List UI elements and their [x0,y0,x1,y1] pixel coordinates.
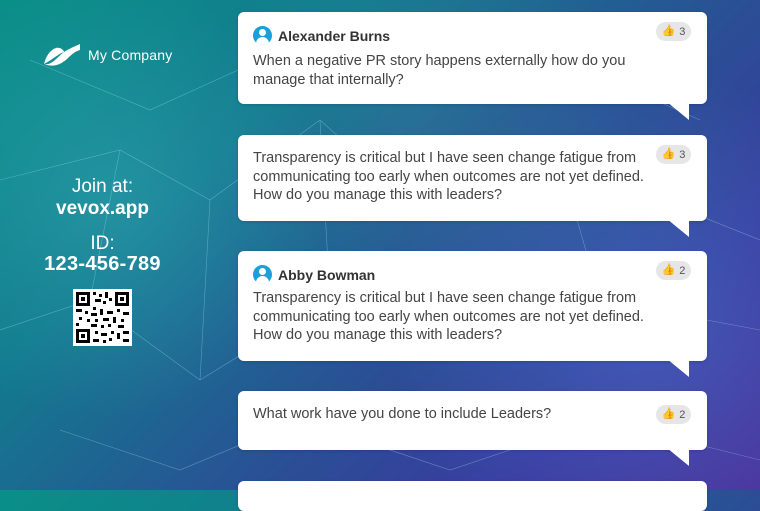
question-card[interactable]: Alexander Burns When a negative PR story… [238,12,707,120]
thumbs-up-icon: 👍 [661,408,676,420]
question-text: Transparency is critical but I have seen… [253,290,644,343]
question-author: Alexander Burns [253,26,390,45]
question-author: Abby Bowman [253,265,375,284]
like-button[interactable]: 👍 3 [656,145,691,164]
question-text: Transparency is critical but I have seen… [253,150,644,203]
like-button[interactable]: 👍 3 [656,22,691,41]
question-card-partial[interactable] [238,481,707,511]
event-info-panel: My Company Join at: vevox.app ID: 123-45… [0,0,205,490]
question-card[interactable]: Abby Bowman Transparency is critical but… [238,251,707,377]
join-label: Join at: [71,176,134,197]
question-card[interactable]: What work have you done to include Leade… [238,391,707,466]
question-text: What work have you done to include Leade… [253,406,552,422]
question-card[interactable]: Transparency is critical but I have seen… [238,135,707,237]
company-logo: My Company [42,42,172,68]
like-count: 3 [679,148,686,161]
user-circle-icon [253,265,272,284]
speech-bubble-tail [667,102,689,120]
speech-bubble-tail [667,359,689,377]
qr-code-icon [73,289,132,346]
session-id-value: 123-456-789 [44,253,161,275]
like-button[interactable]: 👍 2 [656,261,691,280]
thumbs-up-icon: 👍 [661,264,676,276]
user-circle-icon [253,26,272,45]
question-text: When a negative PR story happens externa… [253,53,626,88]
session-id-label: ID: [90,233,115,254]
thumbs-up-icon: 👍 [661,148,676,160]
join-url[interactable]: vevox.app [0,198,205,220]
company-name: My Company [88,47,173,63]
like-count: 2 [679,408,686,421]
like-count: 2 [679,264,686,277]
thumbs-up-icon: 👍 [661,25,676,37]
logo-wave-icon [44,44,80,66]
speech-bubble-tail [667,219,689,237]
author-name: Alexander Burns [278,27,391,44]
speech-bubble-tail [667,448,689,466]
like-count: 3 [679,25,686,38]
author-name: Abby Bowman [278,266,376,283]
like-button[interactable]: 👍 2 [656,405,691,424]
